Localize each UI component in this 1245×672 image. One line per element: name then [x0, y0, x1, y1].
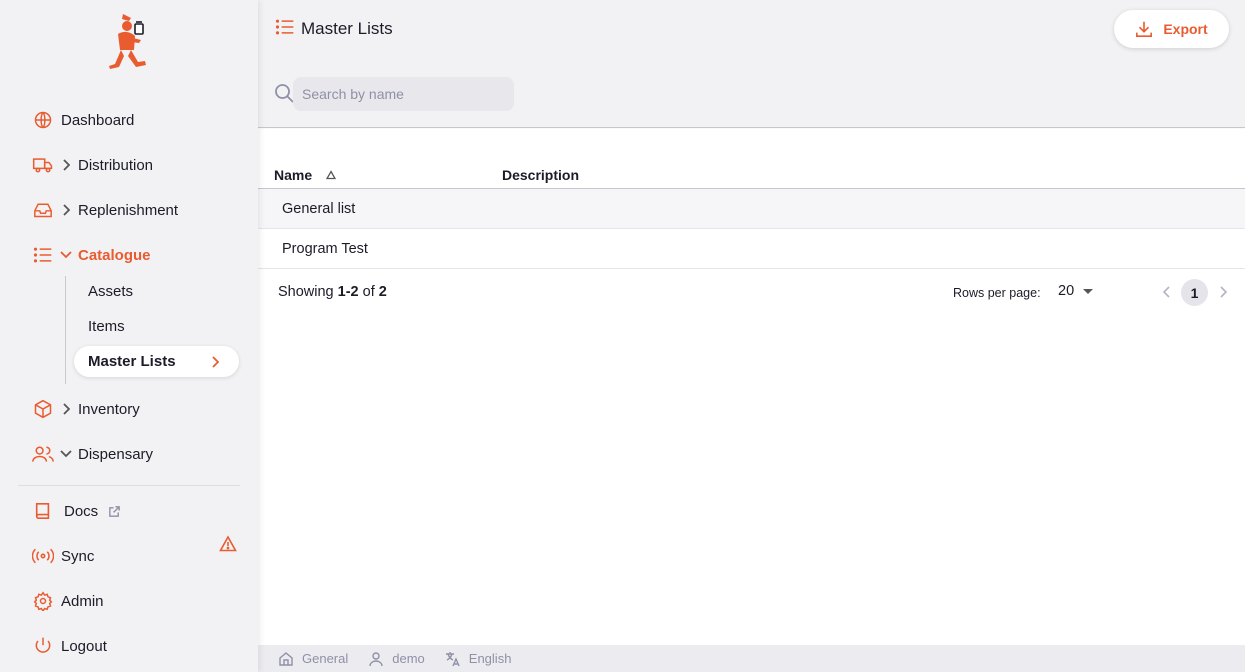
search-input[interactable]	[293, 77, 514, 111]
home-icon	[278, 651, 294, 667]
sidebar-item-replenishment[interactable]: Replenishment	[32, 196, 178, 224]
table-row[interactable]: Program Test	[258, 229, 1245, 269]
sort-ascending-icon	[326, 170, 337, 180]
previous-page-icon[interactable]	[1161, 284, 1173, 300]
external-link-icon	[108, 505, 121, 518]
sidebar-item-label: Docs	[64, 502, 99, 520]
sidebar-item-dispensary[interactable]: Dispensary	[32, 440, 153, 468]
sidebar-item-sync[interactable]: Sync	[32, 542, 94, 570]
download-icon	[1135, 20, 1153, 38]
chevron-right-icon	[60, 403, 72, 415]
of-label: of	[362, 284, 375, 300]
list-icon	[32, 244, 54, 266]
sidebar-item-label: Sync	[61, 547, 95, 565]
page-title: Master Lists	[275, 18, 393, 40]
book-icon	[32, 500, 54, 522]
cell-name: Program Test	[282, 240, 368, 257]
main-content: Master Lists Export Name Description Gen…	[258, 0, 1245, 645]
sidebar-item-distribution[interactable]: Distribution	[32, 151, 153, 179]
column-header-description: Description	[502, 167, 580, 183]
chevron-right-icon	[60, 204, 72, 216]
sidebar-item-inventory[interactable]: Inventory	[32, 395, 140, 423]
sidebar-item-label: Catalogue	[78, 246, 151, 264]
chevron-right-icon	[60, 159, 72, 171]
settings-icon	[32, 590, 54, 612]
export-label: Export	[1163, 21, 1208, 37]
footer: General demo English	[258, 645, 1245, 672]
sidebar-subitem-assets[interactable]: Assets	[88, 283, 133, 300]
chevron-down-icon	[60, 448, 72, 460]
warning-icon	[219, 535, 237, 552]
caret-down-icon	[1083, 288, 1094, 294]
footer-language[interactable]: English	[445, 651, 512, 667]
sidebar-subitem-master-lists[interactable]: Master Lists	[74, 346, 239, 377]
sidebar-subitem-items[interactable]: Items	[88, 318, 125, 335]
pagination-summary: Showing 1-2 of 2	[278, 284, 387, 300]
page-title-text: Master Lists	[301, 19, 393, 38]
app-logo	[109, 14, 146, 69]
sidebar-item-label: Inventory	[78, 400, 140, 418]
search-icon	[275, 84, 294, 103]
globe-icon	[32, 109, 54, 131]
column-header-label: Name	[274, 167, 313, 183]
export-button[interactable]: Export	[1114, 10, 1229, 48]
toolbar: Master Lists Export	[258, 0, 1245, 128]
power-icon	[32, 635, 54, 657]
user-icon	[368, 651, 384, 667]
submenu-guide-line	[65, 276, 66, 384]
sidebar-item-catalogue[interactable]: Catalogue	[32, 241, 151, 269]
table-row[interactable]: General list	[258, 189, 1245, 229]
footer-user-label: demo	[392, 651, 425, 666]
truck-icon	[32, 154, 54, 176]
next-page-icon[interactable]	[1217, 284, 1229, 300]
sidebar: Dashboard Distribution Replenishment Cat…	[0, 0, 258, 672]
cell-name: General list	[282, 200, 356, 217]
table-area: Name Description General list Program Te…	[258, 129, 1245, 645]
sidebar-item-label: Dashboard	[61, 111, 135, 129]
footer-language-label: English	[468, 651, 512, 666]
sidebar-subitem-label: Master Lists	[88, 353, 176, 370]
radio-icon	[32, 545, 54, 567]
rows-per-page-select[interactable]: 20	[1058, 283, 1094, 299]
rows-per-page-label: Rows per page:	[953, 286, 1041, 300]
column-header-name[interactable]: Name	[274, 167, 337, 183]
sidebar-item-label: Distribution	[78, 156, 154, 174]
sidebar-item-docs[interactable]: Docs	[32, 497, 121, 525]
box-icon	[32, 398, 54, 420]
chevron-right-icon	[211, 355, 220, 372]
sidebar-item-label: Logout	[61, 637, 107, 655]
sidebar-item-dashboard[interactable]: Dashboard	[32, 106, 134, 134]
sidebar-item-label: Dispensary	[78, 445, 154, 463]
translate-icon	[445, 651, 461, 667]
sidebar-divider	[18, 485, 240, 486]
users-icon	[32, 443, 54, 465]
footer-store-label: General	[302, 651, 349, 666]
showing-range: 1-2	[337, 284, 359, 300]
inbox-icon	[32, 199, 54, 221]
sidebar-item-admin[interactable]: Admin	[32, 587, 104, 615]
total-count: 2	[378, 284, 387, 300]
showing-label: Showing	[278, 284, 334, 300]
footer-store[interactable]: General	[278, 651, 348, 667]
page-number-button[interactable]: 1	[1181, 279, 1208, 306]
sidebar-item-logout[interactable]: Logout	[32, 632, 107, 660]
list-icon	[275, 18, 297, 40]
rows-per-page-value: 20	[1058, 283, 1075, 299]
chevron-down-icon	[60, 249, 72, 261]
footer-user[interactable]: demo	[368, 651, 425, 667]
sidebar-item-label: Replenishment	[78, 201, 179, 219]
sidebar-item-label: Admin	[61, 592, 104, 610]
